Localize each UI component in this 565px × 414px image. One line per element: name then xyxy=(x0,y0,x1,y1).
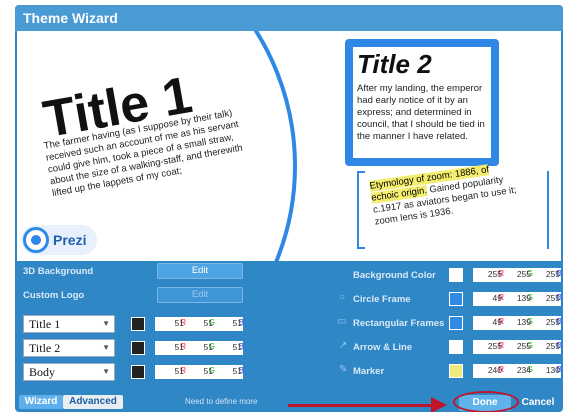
3d-background-edit-button[interactable]: Edit xyxy=(157,263,243,279)
logo-text: Prezi xyxy=(53,232,87,248)
rect-frame-preview: Title 2 After my landing, the emperor ha… xyxy=(345,39,499,166)
b-value[interactable]: 130 xyxy=(531,365,560,375)
tab-advanced[interactable]: Advanced xyxy=(63,395,123,409)
rect-frame-icon: ▭ xyxy=(337,316,347,327)
background-color-label: Background Color xyxy=(353,270,436,281)
3d-background-label: 3D Background xyxy=(23,266,94,277)
g-value[interactable]: 139 xyxy=(502,317,531,327)
g-value[interactable]: 51 xyxy=(184,366,213,376)
arrow-line-swatch[interactable] xyxy=(449,340,463,354)
r-value[interactable]: 255 xyxy=(473,269,502,279)
font-select-title2[interactable]: Title 2 ▼ xyxy=(23,339,115,357)
r-value[interactable]: 51 xyxy=(155,342,184,352)
g-value[interactable]: 51 xyxy=(184,318,213,328)
arrow-icon: ↗ xyxy=(339,340,348,351)
title2-preview: Title 2 xyxy=(357,49,432,79)
r-value[interactable]: 240 xyxy=(473,365,502,375)
b-value[interactable]: 51 xyxy=(213,318,242,328)
rectangular-frames-rgb-fields[interactable]: RGB 49 139 255 xyxy=(473,316,562,330)
cancel-button[interactable]: Cancel xyxy=(515,395,561,411)
arrow-line-label: Arrow & Line xyxy=(353,342,413,353)
background-color-rgb-fields[interactable]: RGB 255 255 255 xyxy=(473,268,562,282)
g-value[interactable]: 255 xyxy=(502,341,531,351)
font-select-value: Body xyxy=(29,365,56,379)
font-select-value: Title 2 xyxy=(29,341,61,355)
body-rgb-fields[interactable]: RGB 51 51 51 xyxy=(155,365,244,379)
chevron-down-icon: ▼ xyxy=(102,319,110,328)
title1-color-swatch[interactable] xyxy=(131,317,145,331)
g-value[interactable]: 234 xyxy=(502,365,531,375)
font-select-value: Title 1 xyxy=(29,317,61,331)
font-select-body[interactable]: Body ▼ xyxy=(23,363,115,381)
r-value[interactable]: 51 xyxy=(155,366,184,376)
b-value[interactable]: 51 xyxy=(213,366,242,376)
chevron-down-icon: ▼ xyxy=(102,367,110,376)
title2-body-text: After my landing, the emperor had early … xyxy=(357,83,485,142)
window-title: Theme Wizard xyxy=(23,10,118,26)
marker-icon: ✎ xyxy=(339,364,348,375)
rectangular-frames-swatch[interactable] xyxy=(449,316,463,330)
b-value[interactable]: 255 xyxy=(531,293,560,303)
custom-logo-label: Custom Logo xyxy=(23,290,85,301)
title1-rgb-fields[interactable]: RGB 51 51 51 xyxy=(155,317,244,331)
b-value[interactable]: 51 xyxy=(213,342,242,352)
chevron-down-icon: ▼ xyxy=(102,343,110,352)
title2-rgb-fields[interactable]: RGB 51 51 51 xyxy=(155,341,244,355)
tab-wizard[interactable]: Wizard xyxy=(19,395,63,409)
r-value[interactable]: 49 xyxy=(473,317,502,327)
g-value[interactable]: 255 xyxy=(502,269,531,279)
arrow-line-rgb-fields[interactable]: RGB 255 255 255 xyxy=(473,340,562,354)
g-value[interactable]: 139 xyxy=(502,293,531,303)
marker-label: Marker xyxy=(353,366,385,377)
circle-frame-label: Circle Frame xyxy=(353,294,411,305)
r-value[interactable]: 49 xyxy=(473,293,502,303)
theme-wizard-window: Theme Wizard Title 1 The farmer having (… xyxy=(15,5,563,412)
rectangular-frames-label: Rectangular Frames xyxy=(353,318,445,329)
bottom-bar: Wizard Advanced Need to define more Done… xyxy=(15,391,563,412)
font-select-title1[interactable]: Title 1 ▼ xyxy=(23,315,115,333)
marker-swatch[interactable] xyxy=(449,364,463,378)
title-bar: Theme Wizard xyxy=(15,5,563,31)
prezi-logo-badge: Prezi xyxy=(21,225,97,255)
circle-frame-icon: ○ xyxy=(339,292,346,303)
b-value[interactable]: 255 xyxy=(531,269,560,279)
g-value[interactable]: 51 xyxy=(184,342,213,352)
b-value[interactable]: 255 xyxy=(531,341,560,351)
circle-frame-swatch[interactable] xyxy=(449,292,463,306)
annotation-arrow-line xyxy=(288,404,434,407)
annotation-highlight-ellipse xyxy=(453,391,519,412)
theme-preview: Title 1 The farmer having (as I suppose … xyxy=(17,31,561,261)
title2-color-swatch[interactable] xyxy=(131,341,145,355)
r-value[interactable]: 51 xyxy=(155,318,184,328)
body-color-swatch[interactable] xyxy=(131,365,145,379)
b-value[interactable]: 255 xyxy=(531,317,560,327)
annotation-arrow-head xyxy=(431,397,447,412)
background-color-swatch[interactable] xyxy=(449,268,463,282)
rect-frame-content: Title 2 After my landing, the emperor ha… xyxy=(353,47,491,158)
circle-frame-rgb-fields[interactable]: RGB 49 139 255 xyxy=(473,292,562,306)
custom-logo-edit-button[interactable]: Edit xyxy=(157,287,243,303)
marker-rgb-fields[interactable]: RGB 240 234 130 xyxy=(473,364,562,378)
define-more-note: Need to define more xyxy=(185,397,258,406)
prezi-logo-icon xyxy=(23,227,49,253)
r-value[interactable]: 255 xyxy=(473,341,502,351)
